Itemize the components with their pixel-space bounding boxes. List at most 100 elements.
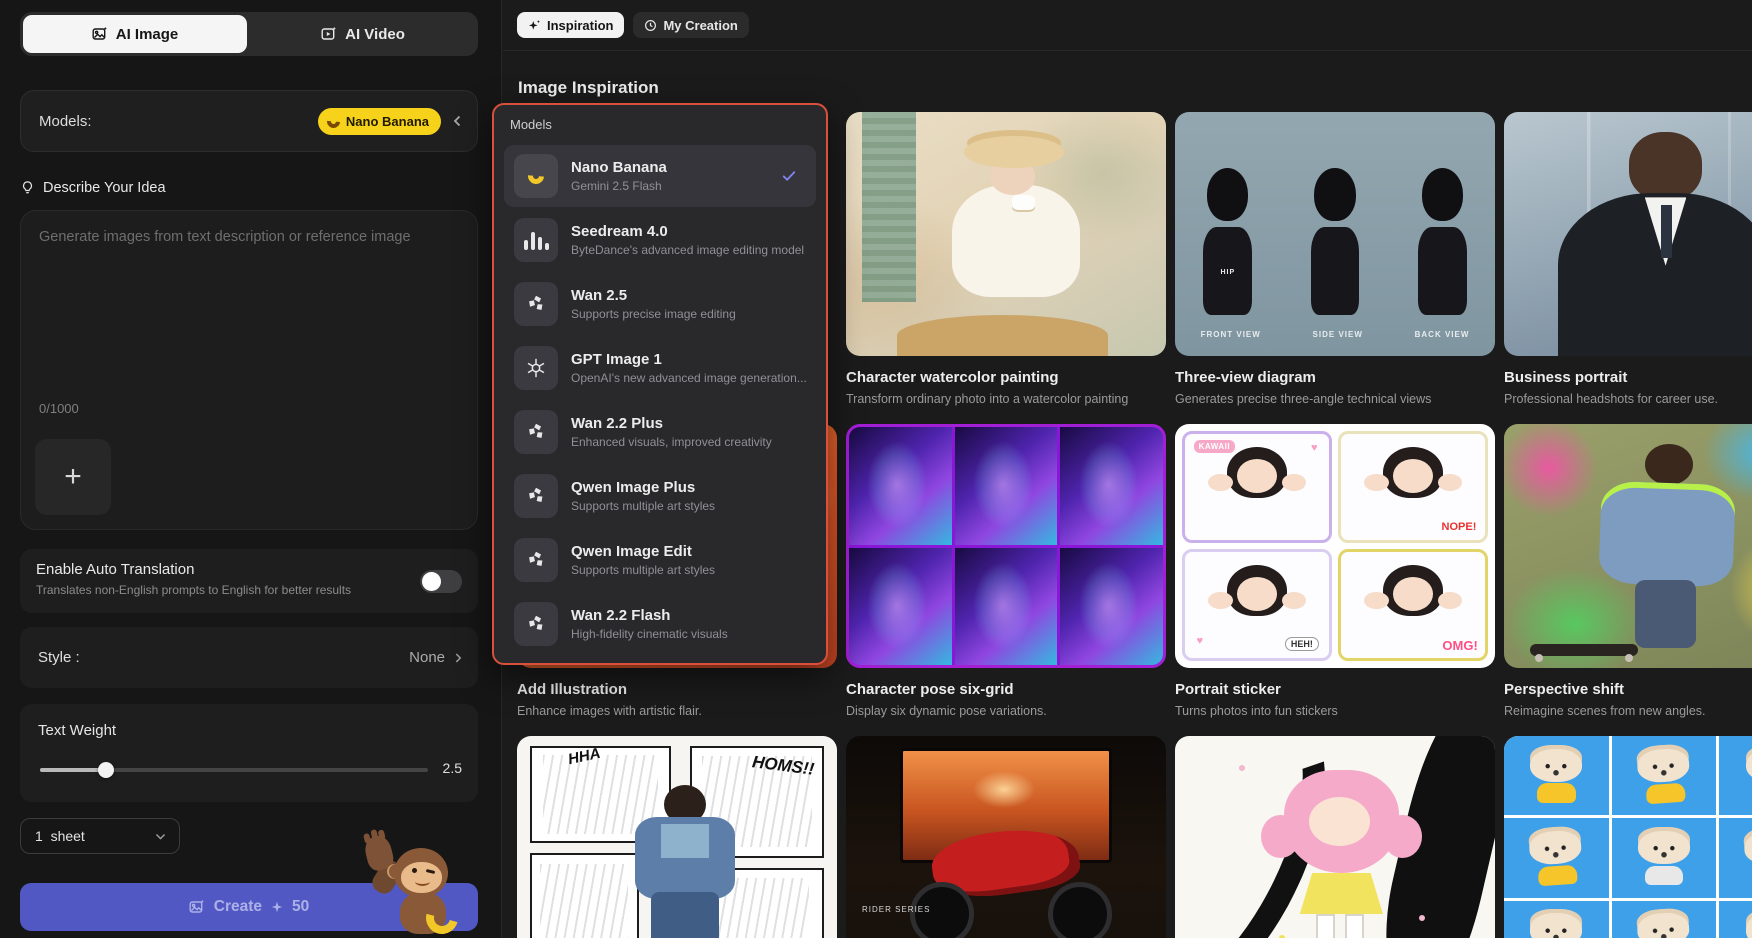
- dog-art: [1522, 829, 1590, 887]
- tab-inspiration[interactable]: Inspiration: [517, 12, 624, 38]
- model-name: Seedream 4.0: [571, 223, 804, 240]
- slider-knob[interactable]: [98, 762, 114, 778]
- model-option-qwen-image-plus[interactable]: Qwen Image Plus Supports multiple art st…: [504, 465, 816, 527]
- model-description: High-fidelity cinematic visuals: [571, 627, 728, 641]
- sticker-badge: KAWAII: [1194, 440, 1235, 453]
- inspiration-card-portrait[interactable]: Business portrait Professional headshots…: [1504, 112, 1752, 406]
- art-shape: [651, 892, 718, 938]
- knot-icon: [525, 485, 547, 507]
- dog-sticker-cell: [1504, 818, 1609, 897]
- auto-translation-toggle[interactable]: [420, 570, 462, 593]
- inspiration-card-motorcycle[interactable]: RIDER SERIES: [846, 736, 1166, 938]
- inspiration-card-ink[interactable]: [1175, 736, 1495, 938]
- style-row[interactable]: Style : None: [20, 627, 478, 688]
- art-shape: [1422, 168, 1463, 221]
- sparkle-cost-icon: [271, 901, 283, 913]
- models-dropdown: Models Nano Banana Gemini 2.5 Flash Seed…: [492, 103, 828, 665]
- model-option-wan-22-flash[interactable]: Wan 2.2 Flash High-fidelity cinematic vi…: [504, 593, 816, 655]
- card-title: Add Illustration: [517, 681, 837, 698]
- sparkles-icon: [528, 19, 541, 32]
- dog-art: [1524, 749, 1589, 803]
- tab-ai-video-label: AI Video: [345, 26, 405, 43]
- card-title: Portrait sticker: [1175, 681, 1495, 698]
- art-shape: [862, 112, 916, 302]
- chevron-left-icon[interactable]: [451, 113, 463, 129]
- lightbulb-icon: [20, 180, 35, 196]
- card-subtitle: Professional headshots for career use.: [1504, 392, 1752, 406]
- card-title: Character watercolor painting: [846, 369, 1166, 386]
- tab-my-creation-label: My Creation: [663, 18, 737, 33]
- bars-icon: [524, 230, 549, 250]
- chevron-down-icon: [154, 830, 167, 843]
- art-shape: [1364, 592, 1388, 609]
- selected-model-name: Nano Banana: [346, 114, 429, 129]
- text-weight-panel: Text Weight 2.5: [20, 704, 478, 802]
- inspiration-card-threeview[interactable]: HIP FRONT VIEW SIDE VIEW BACK VIEW Three…: [1175, 112, 1495, 406]
- ai-video-icon: [321, 26, 337, 42]
- pose-cell: [1060, 548, 1163, 666]
- model-option-seedream[interactable]: Seedream 4.0 ByteDance's advanced image …: [504, 209, 816, 271]
- art-shape: [1598, 480, 1736, 587]
- inspiration-card-comic[interactable]: HHA HOMS!!: [517, 736, 837, 938]
- art-shape: [1635, 580, 1696, 648]
- inspiration-card-sixgrid[interactable]: Character pose six-grid Display six dyna…: [846, 424, 1166, 718]
- dog-sticker-cell: [1504, 736, 1609, 815]
- models-selector-row[interactable]: Models: Nano Banana: [20, 90, 478, 152]
- sticker-frame: OMG!: [1338, 549, 1488, 661]
- model-icon-tile: [514, 602, 558, 646]
- model-option-gpt-image-1[interactable]: GPT Image 1 OpenAI's new advanced image …: [504, 337, 816, 399]
- card-image: [1504, 736, 1752, 938]
- art-shape: [897, 315, 1108, 356]
- view-tab-bar: Inspiration My Creation: [517, 12, 749, 38]
- card-image: RIDER SERIES: [846, 736, 1166, 938]
- card-title: Character pose six-grid: [846, 681, 1166, 698]
- inspiration-card-sticker[interactable]: KAWAII ♥ NOPE! HEH! ♥ OMG! Portrait stic…: [1175, 424, 1495, 718]
- inspiration-card-watercolor[interactable]: Character watercolor painting Transform …: [846, 112, 1166, 406]
- dog-sticker-cell: [1719, 818, 1752, 897]
- tab-ai-video[interactable]: AI Video: [248, 12, 478, 56]
- card-image: [1504, 112, 1752, 356]
- tab-ai-image[interactable]: AI Image: [23, 15, 247, 53]
- dog-sticker-cell: [1612, 818, 1717, 897]
- card-subtitle: Enhance images with artistic flair.: [517, 704, 837, 718]
- model-description: OpenAI's new advanced image generation..…: [571, 371, 807, 385]
- create-button[interactable]: Create 50: [20, 883, 478, 931]
- text-weight-slider[interactable]: [40, 768, 428, 772]
- dog-sticker-cell: [1612, 901, 1717, 938]
- dog-sticker-cell: [1719, 736, 1752, 815]
- card-subtitle: Reimagine scenes from new angles.: [1504, 704, 1752, 718]
- model-option-nano-banana[interactable]: Nano Banana Gemini 2.5 Flash: [504, 145, 816, 207]
- model-option-qwen-image-edit[interactable]: Qwen Image Edit Supports multiple art st…: [504, 529, 816, 591]
- dog-sticker-cell: [1719, 901, 1752, 938]
- model-description: ByteDance's advanced image editing model: [571, 243, 804, 257]
- art-shape: [661, 824, 709, 858]
- sheet-count-select[interactable]: 1 sheet: [20, 818, 180, 854]
- card-image: [846, 112, 1166, 356]
- toggle-knob: [422, 572, 441, 591]
- sticker-frame: NOPE!: [1338, 431, 1488, 543]
- sheet-count-value: 1 sheet: [35, 828, 85, 844]
- model-option-wan-22-plus[interactable]: Wan 2.2 Plus Enhanced visuals, improved …: [504, 401, 816, 463]
- card-image: HHA HOMS!!: [517, 736, 837, 938]
- model-icon-tile: [514, 218, 558, 262]
- dog-art: [1632, 831, 1697, 885]
- sticker-frame: KAWAII ♥: [1182, 431, 1332, 543]
- art-shape: [1661, 205, 1672, 259]
- banana-icon: [525, 165, 548, 188]
- selected-model-pill[interactable]: Nano Banana: [318, 108, 441, 135]
- tab-my-creation[interactable]: My Creation: [633, 12, 748, 38]
- model-icon-tile: [514, 282, 558, 326]
- dog-art: [1630, 911, 1698, 938]
- model-option-wan-25[interactable]: Wan 2.5 Supports precise image editing: [504, 273, 816, 335]
- prompt-input[interactable]: [21, 211, 477, 371]
- character-counter: 0/1000: [39, 401, 79, 416]
- model-name: Nano Banana: [571, 159, 667, 176]
- art-shape: [1438, 474, 1462, 491]
- models-label: Models:: [39, 113, 92, 130]
- model-name: Wan 2.2 Plus: [571, 415, 772, 432]
- skateboard-art: [1530, 644, 1639, 656]
- back-view-label: BACK VIEW: [1415, 330, 1470, 339]
- add-reference-image-button[interactable]: +: [35, 439, 111, 515]
- inspiration-card-bulldogs[interactable]: [1504, 736, 1752, 938]
- inspiration-card-graffiti[interactable]: Perspective shift Reimagine scenes from …: [1504, 424, 1752, 718]
